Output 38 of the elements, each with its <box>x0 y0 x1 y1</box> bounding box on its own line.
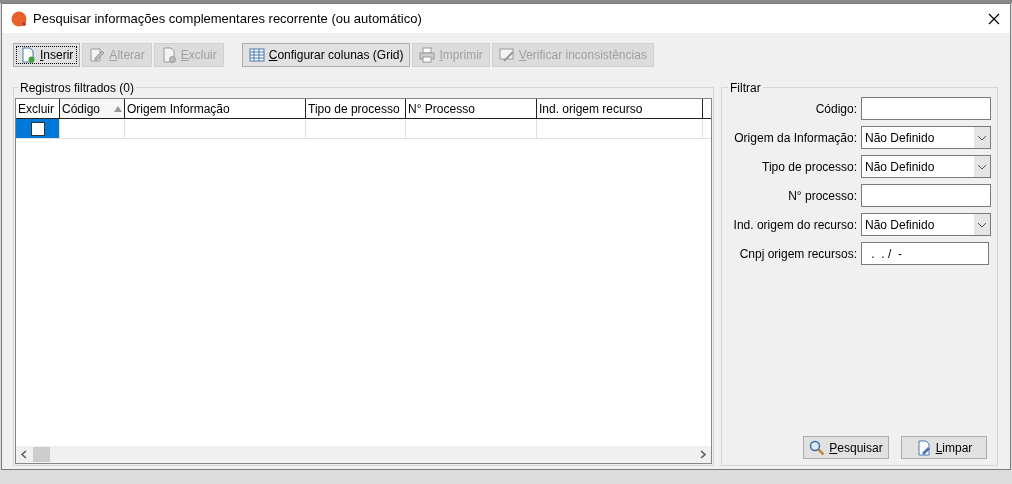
delete-document-icon <box>160 47 177 63</box>
field-label: Ind. origem do recurso: <box>733 216 857 234</box>
dropdown[interactable]: Não Definido <box>861 155 991 178</box>
field-label: Código: <box>815 100 857 118</box>
close-icon[interactable] <box>988 12 1000 25</box>
field-label: Tipo de processo: <box>762 158 857 176</box>
column-header[interactable]: Tipo de processo <box>306 99 406 118</box>
eraser-document-icon <box>915 439 932 456</box>
column-header[interactable]: N° Processo <box>406 99 537 118</box>
app-logo-icon <box>11 10 27 27</box>
action-button[interactable]: Pesquisar <box>803 436 889 459</box>
column-header[interactable]: Excluir <box>16 99 60 118</box>
column-header[interactable]: Ind. origem recurso <box>537 99 703 118</box>
input-field[interactable]: . . / - <box>861 242 989 265</box>
window-title: Pesquisar informações complementares recorrente (ou automático) <box>33 9 423 28</box>
dropdown[interactable]: Não Definido <box>861 213 991 236</box>
toolbar-button[interactable]: Configurar colunas (Grid) <box>241 43 411 67</box>
field-label: Origem da Informação: <box>734 129 857 147</box>
new-document-icon <box>20 47 36 63</box>
search-icon <box>809 439 826 456</box>
input-field[interactable] <box>861 184 991 207</box>
checkbox[interactable] <box>30 121 45 136</box>
table-cell[interactable] <box>16 119 60 138</box>
horizontal-scrollbar[interactable] <box>16 446 711 463</box>
printer-icon <box>419 47 436 63</box>
column-header[interactable]: Origem Informação <box>125 99 306 118</box>
checklist-icon <box>498 47 515 63</box>
sort-ascending-icon <box>114 105 122 112</box>
toolbar-button[interactable]: Inserir <box>13 43 81 67</box>
scroll-thumb[interactable] <box>33 447 50 462</box>
field-label: Cnpj origem recursos: <box>739 245 857 263</box>
dropdown[interactable]: Não Definido <box>861 126 991 149</box>
grid-icon <box>248 47 265 63</box>
field-label: N° processo: <box>788 187 857 205</box>
column-header[interactable]: Código <box>60 99 125 118</box>
action-button[interactable]: Limpar <box>901 436 987 459</box>
edit-document-icon <box>89 47 106 63</box>
input-field[interactable] <box>861 97 991 120</box>
